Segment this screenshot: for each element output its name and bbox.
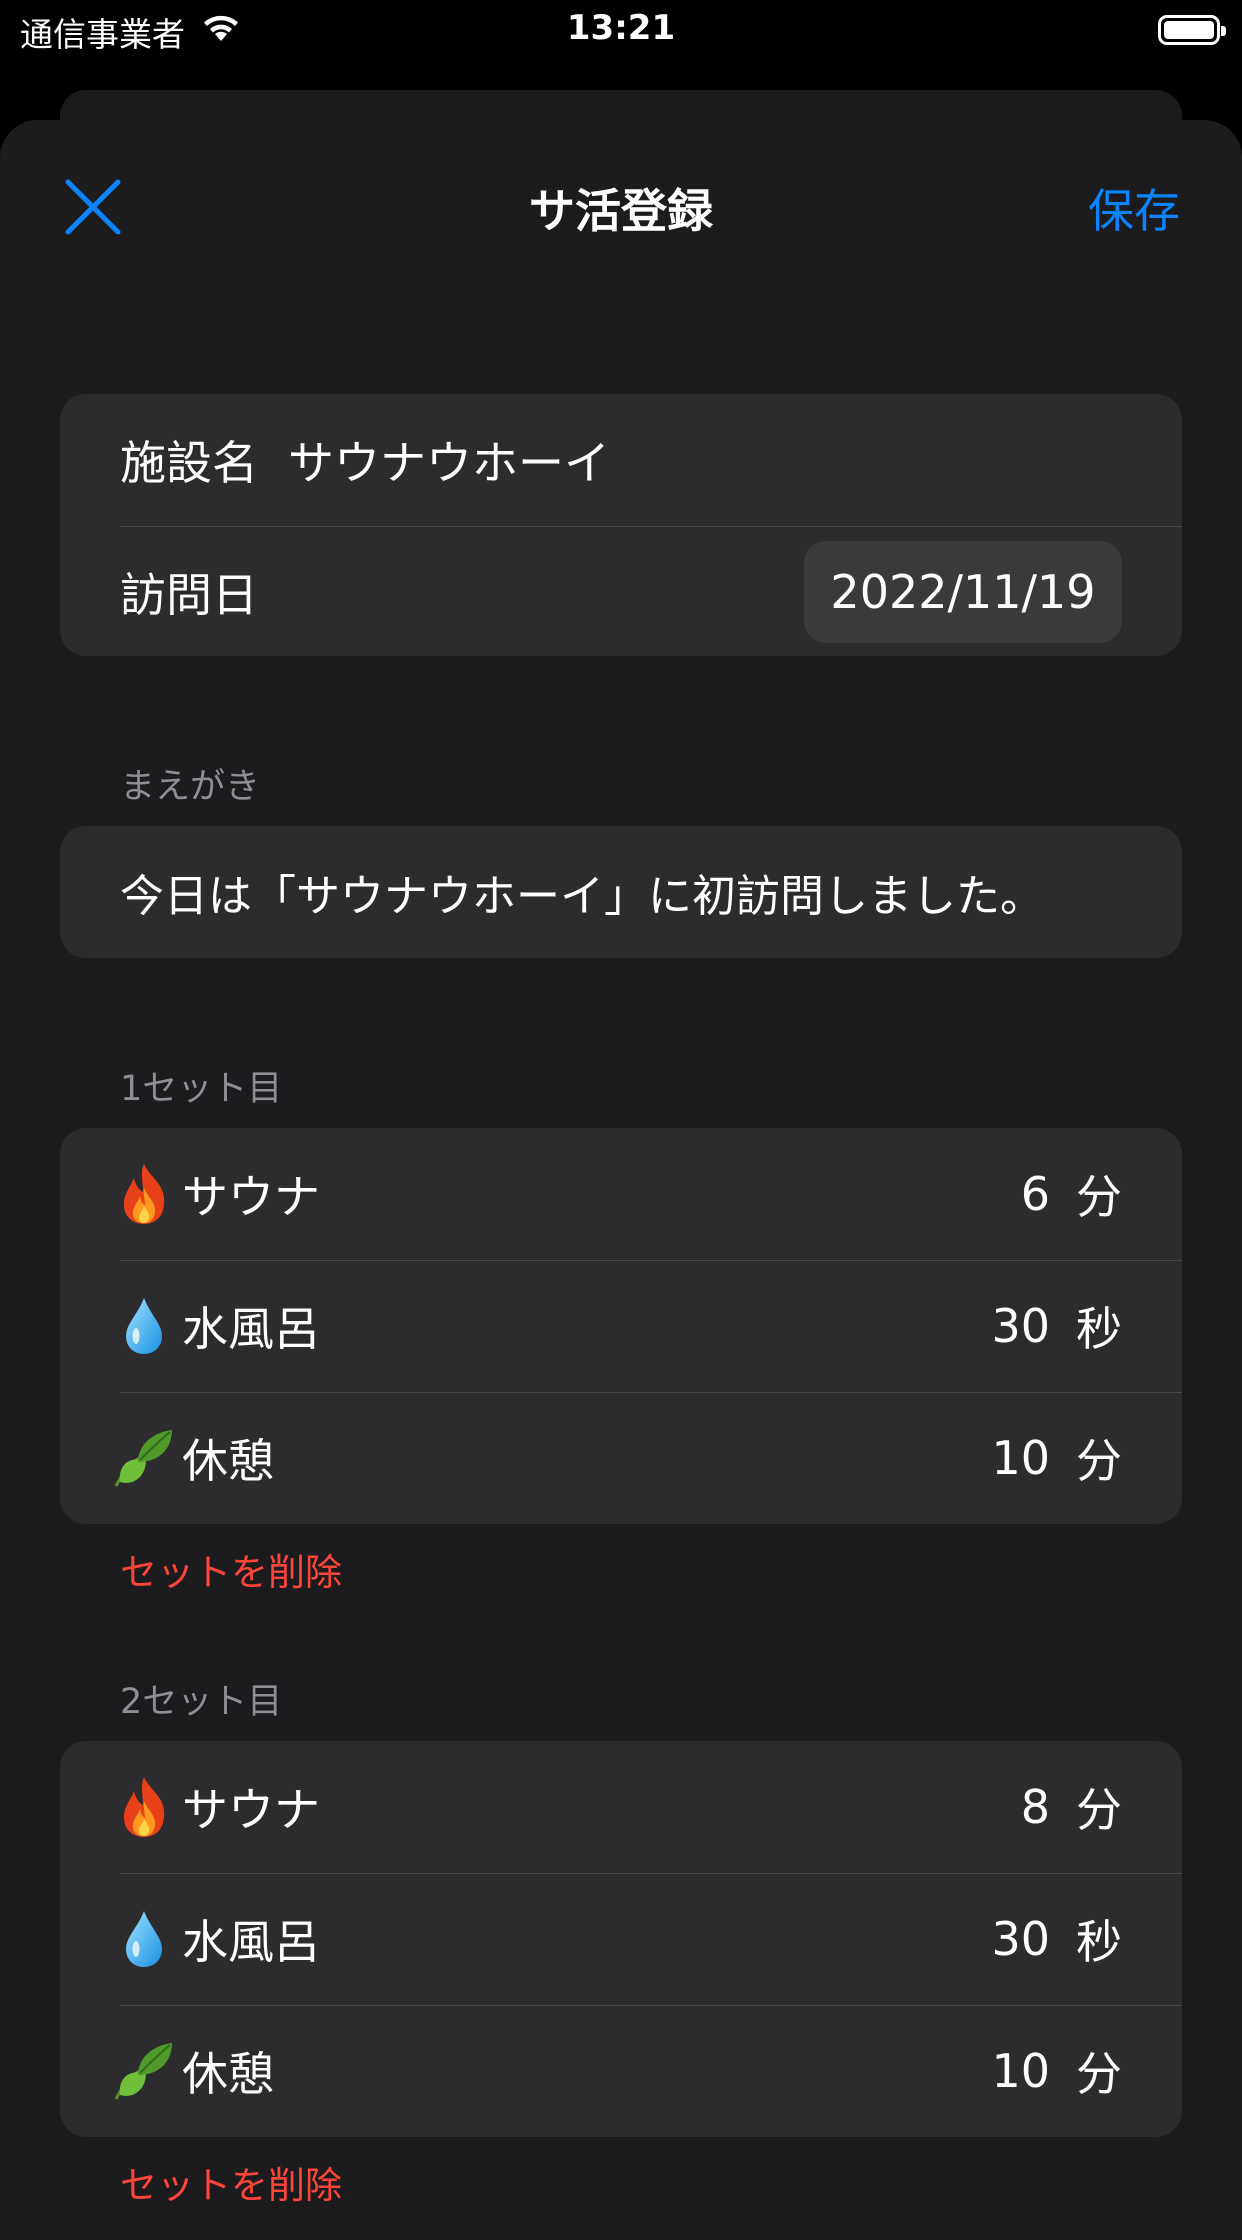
set-2-sauna-row[interactable]: サウナ 8 分 [60, 1741, 1182, 1873]
set-2-rest-label: 休憩 [182, 2047, 274, 2101]
set-2-water-unit: 秒 [1076, 1915, 1122, 1969]
battery-icon [1158, 15, 1226, 45]
fire-icon [112, 1775, 176, 1839]
page-title: サ活登録 [529, 184, 713, 238]
set-1-header: 1セット目 [120, 1069, 283, 1109]
set-2-sauna-label: サウナ [182, 1783, 320, 1837]
set-2-water-row[interactable]: 水風呂 30 秒 [60, 1873, 1182, 2005]
status-time: 13:21 [566, 8, 676, 48]
set-1-rest-label: 休憩 [182, 1434, 274, 1488]
water-drop-icon [112, 1907, 176, 1971]
set-2-sauna-unit: 分 [1076, 1783, 1122, 1837]
set-1-rest-unit: 分 [1076, 1434, 1122, 1488]
set-1-water-value: 30 [991, 1299, 1050, 1353]
status-bar: 通信事業者 13:21 [0, 0, 1242, 62]
set-1-rest-value: 10 [991, 1431, 1050, 1485]
visit-date-label: 訪問日 [120, 568, 258, 622]
water-drop-icon [112, 1294, 176, 1358]
fire-icon [112, 1162, 176, 1226]
set-1-sauna-unit: 分 [1076, 1170, 1122, 1224]
facility-group: 施設名 サウナウホーイ 訪問日 2022/11/19 [60, 394, 1182, 656]
visit-date-picker[interactable]: 2022/11/19 [804, 541, 1122, 643]
delete-set-1-button[interactable]: セットを削除 [120, 1542, 342, 1596]
save-button[interactable]: 保存 [1088, 175, 1180, 241]
set-1-rest-row[interactable]: 休憩 10 分 [60, 1392, 1182, 1524]
facility-name-label: 施設名 [120, 436, 258, 490]
set-2-rest-row[interactable]: 休憩 10 分 [60, 2005, 1182, 2137]
registration-sheet: サ活登録 保存 施設名 サウナウホーイ 訪問日 2022/11/19 まえがき … [0, 120, 1242, 2240]
navigation-bar: サ活登録 保存 [0, 120, 1242, 290]
set-1-sauna-label: サウナ [182, 1170, 320, 1224]
set-2-rest-unit: 分 [1076, 2047, 1122, 2101]
set-2-rest-value: 10 [991, 2044, 1050, 2098]
preface-text-field[interactable]: 今日は「サウナウホーイ」に初訪問しました。 [60, 826, 1182, 958]
set-1-water-label: 水風呂 [182, 1302, 320, 1356]
set-1-sauna-value: 6 [1020, 1167, 1050, 1221]
set-2-group: サウナ 8 分 水風呂 30 秒 休憩 10 分 [60, 1741, 1182, 2137]
leaf-icon [112, 1426, 176, 1490]
set-2-water-value: 30 [991, 1912, 1050, 1966]
set-2-sauna-value: 8 [1020, 1780, 1050, 1834]
visit-date-row: 訪問日 2022/11/19 [60, 526, 1182, 656]
set-2-water-label: 水風呂 [182, 1915, 320, 1969]
set-1-sauna-row[interactable]: サウナ 6 分 [60, 1128, 1182, 1260]
facility-name-field[interactable]: サウナウホーイ [288, 427, 1122, 493]
set-1-group: サウナ 6 分 水風呂 30 秒 休憩 10 分 [60, 1128, 1182, 1524]
preface-group: 今日は「サウナウホーイ」に初訪問しました。 [60, 826, 1182, 958]
preface-header: まえがき [120, 767, 261, 807]
delete-set-2-button[interactable]: セットを削除 [120, 2155, 342, 2209]
set-1-water-unit: 秒 [1076, 1302, 1122, 1356]
leaf-icon [112, 2039, 176, 2103]
set-1-water-row[interactable]: 水風呂 30 秒 [60, 1260, 1182, 1392]
facility-name-row[interactable]: 施設名 サウナウホーイ [60, 394, 1182, 526]
set-2-header: 2セット目 [120, 1682, 283, 1722]
